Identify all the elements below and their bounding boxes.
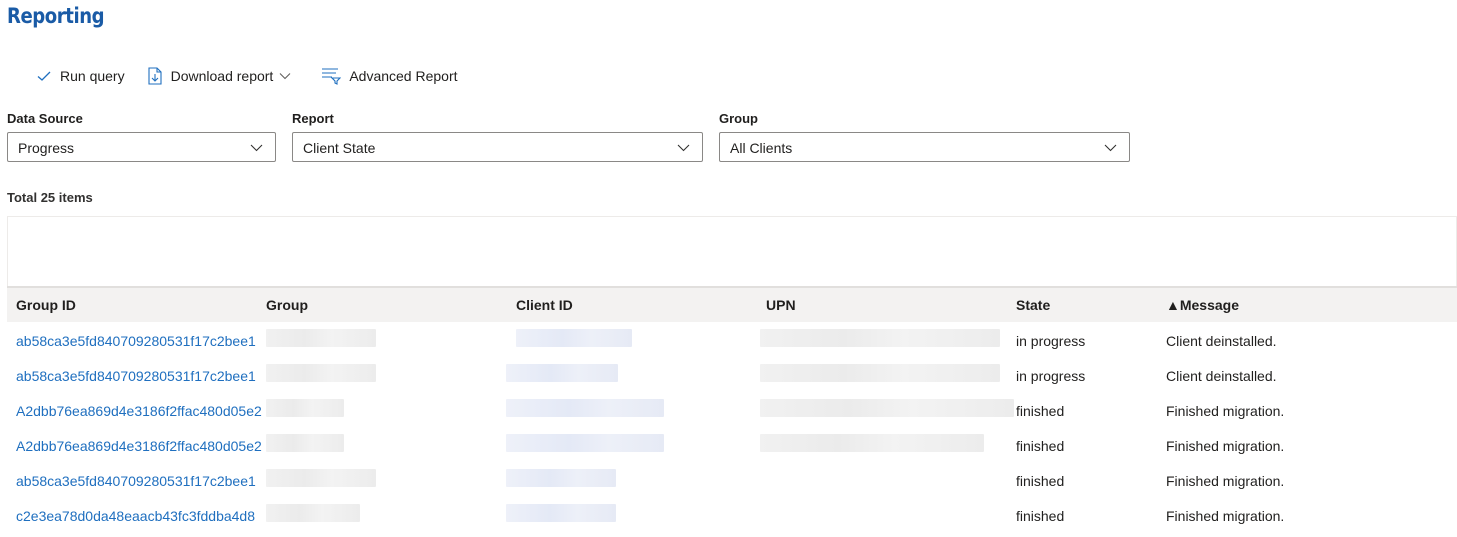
- group-label: Group: [719, 111, 758, 126]
- report-dropdown[interactable]: Client State: [292, 132, 703, 162]
- run-query-label: Run query: [60, 68, 125, 84]
- column-header-client-id[interactable]: Client ID: [516, 297, 573, 313]
- group-id-link[interactable]: c2e3ea78d0da48eaacb43fc3fddba4d8: [16, 508, 255, 524]
- state-cell: finished: [1016, 508, 1065, 524]
- column-header-state[interactable]: State: [1016, 297, 1050, 313]
- group-id-link[interactable]: A2dbb76ea869d4e3186f2ffac480d05e2: [16, 403, 262, 419]
- table-row[interactable]: ab58ca3e5fd840709280531f17c2bee1 in prog…: [7, 322, 1457, 357]
- group-id-link[interactable]: ab58ca3e5fd840709280531f17c2bee1: [16, 368, 256, 384]
- state-cell: finished: [1016, 403, 1065, 419]
- state-cell: in progress: [1016, 333, 1086, 349]
- column-header-group-id[interactable]: Group ID: [16, 297, 76, 313]
- table-toolbar-area: [7, 216, 1457, 286]
- data-source-value: Progress: [18, 140, 75, 156]
- redacted-client-id: [506, 364, 618, 382]
- redacted-upn: [760, 399, 1014, 417]
- message-cell: Finished migration.: [1166, 403, 1285, 419]
- table-header: Group ID Group Client ID UPN State ▲Mess…: [7, 286, 1457, 322]
- table-row[interactable]: A2dbb76ea869d4e3186f2ffac480d05e2 finish…: [7, 392, 1457, 427]
- message-cell: Finished migration.: [1166, 473, 1285, 489]
- group-id-link[interactable]: ab58ca3e5fd840709280531f17c2bee1: [16, 473, 256, 489]
- redacted-group: [266, 329, 376, 347]
- chevron-down-icon: [279, 73, 291, 80]
- redacted-group: [266, 399, 344, 417]
- redacted-group: [266, 504, 360, 522]
- data-source-label: Data Source: [7, 111, 83, 126]
- table-row[interactable]: c2e3ea78d0da48eaacb43fc3fddba4d8 finishe…: [7, 497, 1457, 532]
- advanced-report-label: Advanced Report: [349, 68, 458, 84]
- chevron-down-icon: [1104, 144, 1117, 152]
- redacted-group: [266, 434, 344, 452]
- page-title: Reporting: [7, 4, 105, 28]
- column-header-upn[interactable]: UPN: [766, 297, 796, 313]
- state-cell: finished: [1016, 438, 1065, 454]
- total-items-count: Total 25 items: [7, 190, 93, 205]
- group-id-link[interactable]: A2dbb76ea869d4e3186f2ffac480d05e2: [16, 438, 262, 454]
- checkmark-icon: [37, 71, 51, 81]
- column-header-message[interactable]: ▲Message: [1166, 297, 1239, 313]
- redacted-client-id: [516, 329, 632, 347]
- redacted-client-id: [506, 504, 616, 522]
- table-row[interactable]: A2dbb76ea869d4e3186f2ffac480d05e2 finish…: [7, 427, 1457, 462]
- report-label: Report: [292, 111, 334, 126]
- message-cell: Finished migration.: [1166, 508, 1285, 524]
- chevron-down-icon: [250, 144, 263, 152]
- redacted-group: [266, 364, 376, 382]
- message-cell: Finished migration.: [1166, 438, 1285, 454]
- message-cell: Client deinstalled.: [1166, 333, 1277, 349]
- table-row[interactable]: ab58ca3e5fd840709280531f17c2bee1 finishe…: [7, 462, 1457, 497]
- redacted-client-id: [506, 434, 664, 452]
- redacted-upn: [760, 329, 1000, 347]
- download-report-label: Download report: [170, 68, 274, 84]
- group-value: All Clients: [730, 140, 793, 156]
- state-cell: in progress: [1016, 368, 1086, 384]
- group-id-link[interactable]: ab58ca3e5fd840709280531f17c2bee1: [16, 333, 256, 349]
- group-dropdown[interactable]: All Clients: [719, 132, 1130, 162]
- column-header-group[interactable]: Group: [266, 297, 308, 313]
- data-source-dropdown[interactable]: Progress: [7, 132, 276, 162]
- download-document-icon: [148, 67, 162, 85]
- redacted-upn: [760, 364, 1000, 382]
- download-report-button[interactable]: Download report: [147, 67, 300, 85]
- redacted-client-id: [506, 469, 616, 487]
- redacted-upn: [760, 434, 984, 452]
- chevron-down-icon: [677, 144, 690, 152]
- run-query-button[interactable]: Run query: [36, 68, 125, 84]
- command-bar: Run query Download report Advanced Repor…: [36, 64, 480, 88]
- filter-list-icon: [322, 68, 342, 85]
- advanced-report-button[interactable]: Advanced Report: [321, 67, 458, 85]
- report-value: Client State: [303, 140, 376, 156]
- redacted-client-id: [506, 399, 664, 417]
- redacted-group: [266, 469, 376, 487]
- state-cell: finished: [1016, 473, 1065, 489]
- table-row[interactable]: ab58ca3e5fd840709280531f17c2bee1 in prog…: [7, 357, 1457, 392]
- message-cell: Client deinstalled.: [1166, 368, 1277, 384]
